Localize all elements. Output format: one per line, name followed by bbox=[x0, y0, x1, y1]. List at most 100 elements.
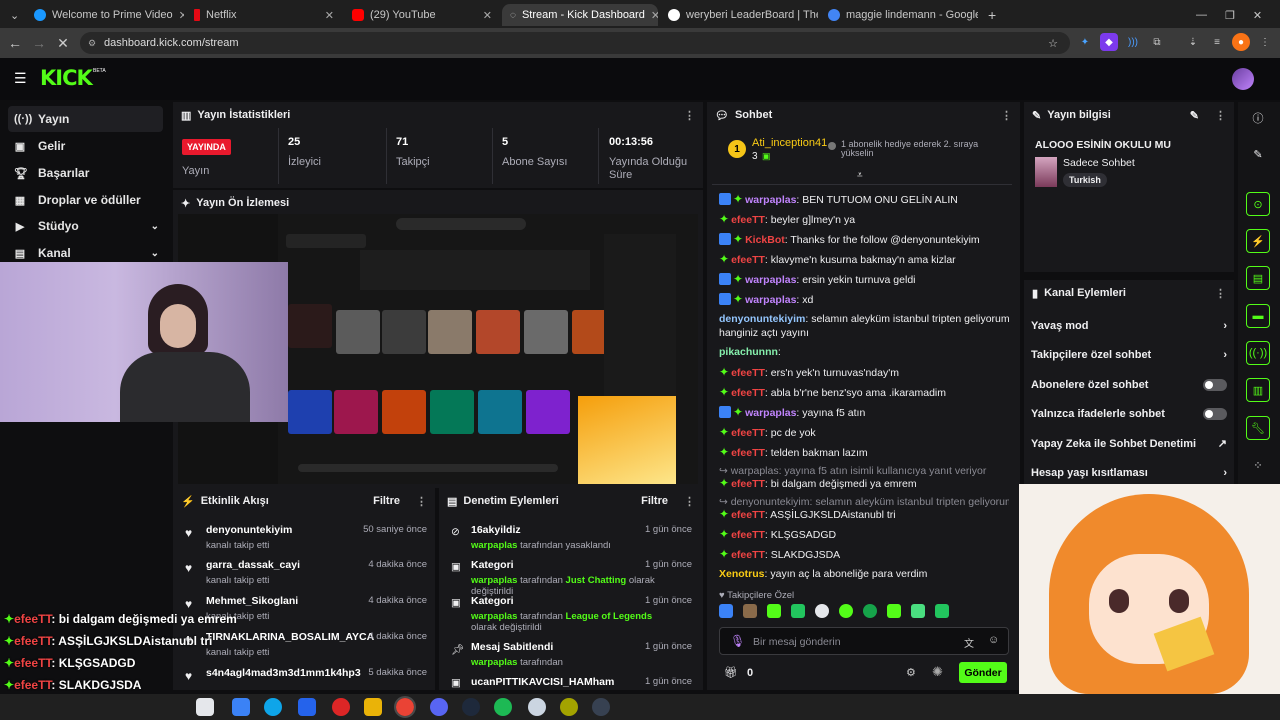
hamburger-menu-icon[interactable]: ☰ bbox=[14, 70, 27, 87]
tab-list-button[interactable]: ⌄ bbox=[2, 4, 24, 26]
taskbar-app-icon[interactable] bbox=[196, 698, 214, 716]
more-icon[interactable]: ⋮ bbox=[1215, 287, 1226, 300]
mod-icon[interactable]: ✺ bbox=[932, 664, 943, 680]
emote-icon[interactable] bbox=[839, 604, 853, 618]
bookmark-star-icon[interactable]: ☆ bbox=[1048, 37, 1058, 50]
pin-toggle-icon[interactable]: ⩡ bbox=[857, 170, 863, 181]
chat-username[interactable]: efeeTT bbox=[731, 427, 765, 439]
action-subscribers-only[interactable]: Abonelere özel sohbet bbox=[1031, 379, 1227, 391]
activity-filter-button[interactable]: Filtre bbox=[373, 495, 400, 507]
emoji-icon[interactable]: ☺ bbox=[988, 634, 999, 646]
taskbar-app-icon[interactable] bbox=[560, 698, 578, 716]
extension-radio-icon[interactable]: ))) bbox=[1124, 33, 1142, 51]
emote-icon[interactable] bbox=[719, 604, 733, 618]
tab-google[interactable]: maggie lindemann - Google'da✕ bbox=[820, 4, 978, 26]
emote-icon[interactable] bbox=[887, 604, 901, 618]
more-icon[interactable]: ⋮ bbox=[1215, 109, 1226, 122]
browser-menu-icon[interactable]: ⋮ bbox=[1256, 33, 1274, 51]
chat-username[interactable]: warpaplas bbox=[745, 294, 796, 306]
extensions-icon[interactable]: ⧉ bbox=[1148, 33, 1166, 51]
tab-prime-video[interactable]: Welcome to Prime Video ✕ bbox=[26, 4, 184, 26]
extension-twitch-icon[interactable]: ◆ bbox=[1100, 33, 1118, 51]
emote-icon[interactable] bbox=[863, 604, 877, 618]
chat-username[interactable]: denyonuntekiyim bbox=[719, 313, 805, 325]
info-icon[interactable]: ⓘ bbox=[1246, 106, 1270, 130]
close-icon[interactable]: ✕ bbox=[325, 9, 334, 22]
subscribers-only-toggle[interactable] bbox=[1203, 379, 1227, 391]
gift-leader-name[interactable]: Ati_inception41 bbox=[752, 137, 827, 149]
channel-points[interactable]: 🎁︎ 0 bbox=[724, 666, 753, 679]
maximize-icon[interactable]: ❐ bbox=[1225, 9, 1235, 22]
emote-icon[interactable] bbox=[767, 604, 781, 618]
user-avatar[interactable] bbox=[1232, 68, 1254, 90]
kick-logo[interactable]: KICK bbox=[40, 66, 93, 90]
obs-icon[interactable] bbox=[592, 698, 610, 716]
emote-icon[interactable] bbox=[935, 604, 949, 618]
chat-username[interactable]: warpaplas bbox=[745, 407, 796, 419]
more-icon[interactable]: ⋮ bbox=[684, 109, 695, 122]
action-slow-mode[interactable]: Yavaş mod › bbox=[1031, 320, 1227, 332]
more-icon[interactable]: ⋮ bbox=[684, 495, 695, 508]
chat-bubble-icon[interactable]: ▬ bbox=[1246, 304, 1270, 328]
tab-leaderboard[interactable]: weryberi LeaderBoard | The be✕ bbox=[660, 4, 818, 26]
emote-icon[interactable] bbox=[911, 604, 925, 618]
chat-username[interactable]: efeeTT bbox=[731, 549, 765, 561]
emotes-only-toggle[interactable] bbox=[1203, 408, 1227, 420]
chat-username[interactable]: efeeTT bbox=[731, 478, 765, 490]
emote-icon[interactable] bbox=[815, 604, 829, 618]
media-icon[interactable]: ≡ bbox=[1208, 33, 1226, 51]
chat-username[interactable]: warpaplas bbox=[745, 194, 796, 206]
edit-icon[interactable]: ✎ bbox=[1190, 109, 1199, 122]
tab-kick-dashboard[interactable]: ◌ Stream - Kick Dashboard ✕ bbox=[502, 4, 658, 26]
sidebar-item-studio[interactable]: ▶ Stüdyo ⌄ bbox=[8, 213, 163, 239]
list-icon[interactable]: ▤ bbox=[1246, 266, 1270, 290]
discord-icon[interactable] bbox=[430, 698, 448, 716]
forward-icon[interactable]: → bbox=[28, 32, 50, 54]
chat-input[interactable]: 🎙︎ Bir mesaj gönderin 文 ☺ bbox=[719, 627, 1009, 655]
action-ai-moderation[interactable]: Yapay Zeka ile Sohbet Denetimi ↗ bbox=[1031, 437, 1227, 451]
mail-icon[interactable] bbox=[298, 698, 316, 716]
broadcast-icon[interactable]: ((·)) bbox=[1246, 341, 1270, 365]
stop-icon[interactable]: ✕ bbox=[52, 32, 74, 54]
sidebar-item-revenue[interactable]: ▣ Gelir bbox=[8, 133, 163, 159]
window-close-icon[interactable]: ✕ bbox=[1253, 9, 1262, 22]
extension-translate-icon[interactable]: ✦ bbox=[1076, 33, 1094, 51]
more-tools-icon[interactable]: ⁘ bbox=[1246, 453, 1270, 477]
microphone-icon[interactable]: 🎙︎ bbox=[730, 634, 745, 648]
chat-username[interactable]: efeeTT bbox=[731, 509, 765, 521]
tab-youtube[interactable]: (29) YouTube ✕ bbox=[344, 4, 500, 26]
chat-username[interactable]: efeeTT bbox=[731, 214, 765, 226]
category-name[interactable]: Sadece Sohbet bbox=[1063, 157, 1135, 169]
close-icon[interactable]: ✕ bbox=[483, 9, 492, 22]
chat-username[interactable]: efeeTT bbox=[731, 387, 765, 399]
chat-username[interactable]: efeeTT bbox=[731, 254, 765, 266]
close-icon[interactable]: ✕ bbox=[651, 9, 658, 22]
sidebar-item-achievements[interactable]: 🏆︎ Başarılar bbox=[8, 160, 163, 186]
folder-icon[interactable] bbox=[364, 698, 382, 716]
chrome-icon[interactable] bbox=[394, 696, 416, 718]
chat-username[interactable]: efeeTT bbox=[731, 367, 765, 379]
profile-avatar[interactable]: ● bbox=[1232, 33, 1250, 51]
back-icon[interactable]: ← bbox=[4, 32, 26, 54]
sidebar-item-drops[interactable]: ▦ Droplar ve ödüller bbox=[8, 187, 163, 213]
translate-icon[interactable]: 文 bbox=[964, 635, 974, 650]
edge-icon[interactable] bbox=[264, 698, 282, 716]
download-icon[interactable]: ⇣ bbox=[1184, 33, 1202, 51]
site-info-icon[interactable]: ⚙ bbox=[88, 38, 96, 49]
language-tag[interactable]: Turkish bbox=[1063, 173, 1107, 187]
close-icon[interactable]: ✕ bbox=[179, 9, 184, 22]
moderation-filter-button[interactable]: Filtre bbox=[641, 495, 668, 507]
chat-username[interactable]: Xenotrus bbox=[719, 568, 765, 580]
wrench-icon[interactable]: 🔧︎ bbox=[1246, 416, 1270, 440]
spotify-icon[interactable] bbox=[494, 698, 512, 716]
chat-username[interactable]: efeeTT bbox=[731, 529, 765, 541]
opera-icon[interactable] bbox=[332, 698, 350, 716]
new-tab-button[interactable]: + bbox=[980, 4, 1000, 26]
taskbar-app-icon[interactable] bbox=[528, 698, 546, 716]
more-icon[interactable]: ⋮ bbox=[416, 495, 427, 508]
emote-icon[interactable] bbox=[791, 604, 805, 618]
target-icon[interactable]: ⊙ bbox=[1246, 192, 1270, 216]
tab-netflix[interactable]: Netflix ✕ bbox=[186, 4, 342, 26]
url-field[interactable]: ⚙ dashboard.kick.com/stream ☆ bbox=[80, 32, 1070, 54]
emote-icon[interactable] bbox=[743, 604, 757, 618]
